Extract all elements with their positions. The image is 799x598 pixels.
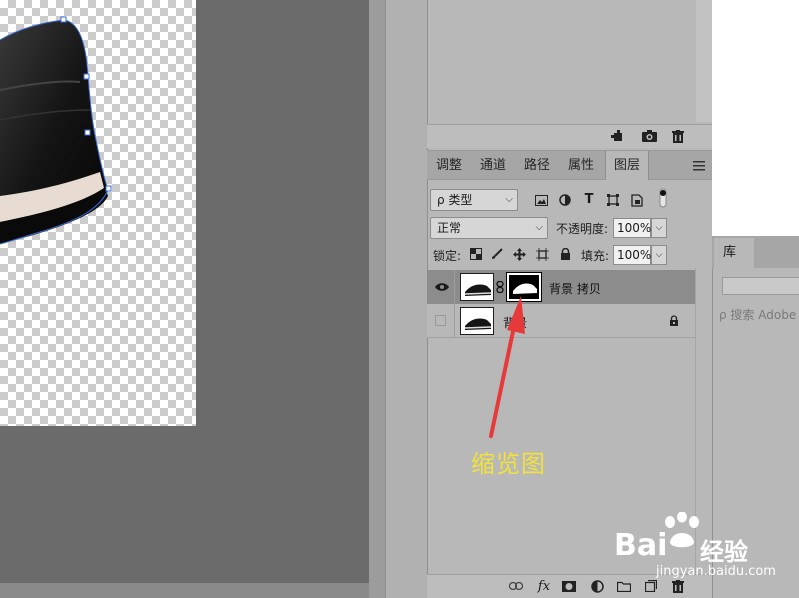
watermark-brand: Bai: [614, 528, 668, 563]
watermark-brand-suffix: 经验: [700, 538, 748, 566]
annotation-arrow: [489, 296, 525, 438]
annotation-label: 缩览图: [471, 450, 546, 478]
paw-logo-icon: [665, 512, 699, 548]
watermark-url: jingyan.baidu.com: [656, 564, 776, 579]
